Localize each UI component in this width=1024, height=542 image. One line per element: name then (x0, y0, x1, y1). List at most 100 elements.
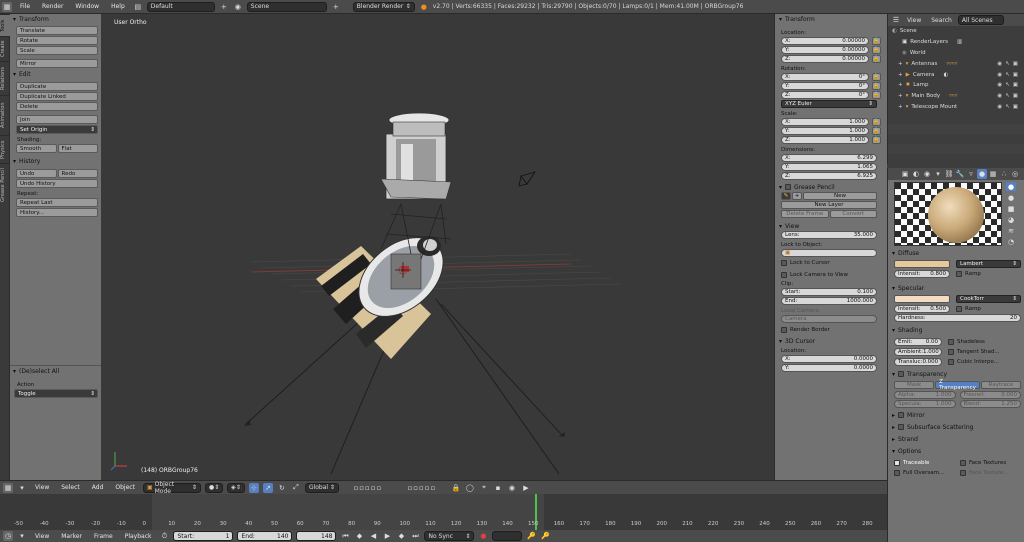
scene-context-icon[interactable]: ◐ (911, 169, 921, 179)
lock-icon[interactable]: 🔓 (872, 136, 881, 144)
traceable-row[interactable]: ✓ Traceable (894, 458, 950, 467)
tangent-shading-row[interactable]: Tangent Shad... (948, 347, 1000, 356)
menu-file[interactable]: File (16, 3, 34, 10)
preview-cube-icon[interactable]: ■ (1006, 204, 1016, 213)
lens-field[interactable]: Lens: 35.000 (781, 231, 877, 239)
jump-start-icon[interactable]: ⏮ (340, 531, 350, 541)
transparency-ztransp-tab[interactable]: Z Transparency (935, 379, 980, 391)
operator-panel-header[interactable]: ▾ (De)select All (10, 366, 101, 376)
add-scene-icon[interactable]: + (331, 2, 341, 12)
prev-keyframe-icon[interactable]: ◆ (354, 531, 364, 541)
transform-panel-header[interactable]: ▾ Transform (10, 14, 101, 24)
object-context-icon[interactable]: ▾ (933, 169, 943, 179)
translucency-field[interactable]: Transluc: 0.000 (894, 357, 942, 366)
lock-cursor-checkbox[interactable] (781, 259, 787, 266)
face-textures-alpha-row[interactable]: Face Texture... (960, 468, 1009, 477)
render-engine-selector[interactable]: Blender Render ⇕ (352, 1, 415, 12)
outliner-view-menu[interactable]: View (903, 15, 925, 25)
menu-view[interactable]: View (31, 533, 53, 540)
outliner-item-camera[interactable]: + ▶ Camera ◐ ◉ ↖ ▣ (888, 69, 1024, 80)
layers-grid-icon[interactable]: ▫▫▫▫▫ (343, 483, 393, 493)
menu-render[interactable]: Render (38, 3, 67, 10)
next-keyframe-icon[interactable]: ◆ (396, 531, 406, 541)
lock-to-cursor-row[interactable]: Lock to Cursor (775, 258, 887, 267)
pivot-selector[interactable]: ◈ ⇕ (226, 482, 245, 493)
face-textures-alpha-checkbox[interactable] (960, 469, 966, 476)
scene-icon[interactable]: ◉ (233, 2, 243, 12)
diffuse-color-swatch[interactable] (894, 260, 950, 268)
menu-help[interactable]: Help (107, 3, 129, 10)
mode-selector[interactable]: ▣ Object Mode ⇕ (142, 481, 201, 495)
specular-ramp-row[interactable]: Ramp (956, 304, 981, 313)
render-border-row[interactable]: Render Border (775, 325, 887, 334)
rotation-z-field[interactable]: Z: 0° 🔓 (781, 91, 881, 99)
lock-icon[interactable]: 🔓 (872, 91, 881, 99)
editor-type-icon[interactable]: ▦ (3, 482, 13, 493)
lock-icon[interactable]: 🔓 (872, 127, 881, 135)
diffuse-ramp-checkbox[interactable] (956, 270, 962, 277)
scale-manipulator-icon[interactable]: ⤢ (291, 483, 301, 493)
fresnel-field[interactable]: Fresnel: 0.000 (959, 391, 1021, 399)
undo-button[interactable]: Undo (16, 169, 57, 178)
outliner-display-mode[interactable]: All Scenes (957, 15, 1004, 25)
clip-start-field[interactable]: Start: 0.100 (781, 288, 877, 296)
face-textures-row[interactable]: Face Textures (960, 458, 1006, 467)
undo-history-button[interactable]: Undo History (16, 179, 98, 188)
outliner-item-world[interactable]: ◉ World (888, 48, 1024, 59)
specular-header[interactable]: ▾ Specular (888, 283, 1024, 293)
start-frame-field[interactable]: Start: 1 (173, 531, 234, 541)
outliner-item-scene[interactable]: ◐ Scene (888, 26, 1024, 37)
play-icon[interactable]: ▶ (382, 531, 392, 541)
delete-frame-button[interactable]: Delete Frame (781, 210, 829, 218)
new-grease-pencil-button[interactable]: New (803, 192, 877, 200)
specular-alpha-field[interactable]: Specula: 1.000 (894, 400, 956, 408)
modifiers-context-icon[interactable]: 🔧 (955, 169, 965, 179)
outliner-item-renderlayers[interactable]: ▣ RenderLayers ▥ (888, 37, 1024, 48)
location-x-field[interactable]: X: 0.00000 🔓 (781, 37, 881, 45)
lock-icon[interactable]: 🔓 (872, 37, 881, 45)
lock-icon[interactable]: 🔓 (872, 55, 881, 63)
world-context-icon[interactable]: ◉ (922, 169, 932, 179)
outliner-item-antennas[interactable]: + ▾ Antennas ▿▿▿▿ ◉ ↖ ▣ (888, 58, 1024, 69)
duplicate-linked-button[interactable]: Duplicate Linked (16, 92, 98, 101)
join-button[interactable]: Join (16, 115, 98, 124)
history-panel-header[interactable]: ▾ History (10, 156, 101, 166)
ambient-field[interactable]: Ambient: 1.000 (894, 347, 942, 356)
render-camera-icon[interactable]: ▣ (1013, 82, 1018, 88)
menu-window[interactable]: Window (71, 3, 103, 10)
outliner-search-menu[interactable]: Search (927, 15, 956, 25)
transparency-header[interactable]: ▾ Transparency (888, 369, 1024, 379)
snap-icon[interactable]: ⌖ (479, 483, 489, 493)
rotation-x-field[interactable]: X: 0° 🔓 (781, 73, 881, 81)
sss-checkbox[interactable] (898, 424, 905, 430)
lock-camera-row[interactable]: Lock Camera to View (775, 270, 887, 279)
dimensions-y-field[interactable]: Y: 1.065 (781, 163, 877, 171)
menu-add[interactable]: Add (88, 484, 108, 491)
lock-layers-icon[interactable]: 🔒 (451, 483, 461, 493)
rotation-y-field[interactable]: Y: 0° 🔓 (781, 82, 881, 90)
render-camera-icon[interactable]: ▣ (1013, 72, 1018, 78)
preview-range-icon[interactable]: ⏱ (159, 531, 169, 541)
location-y-field[interactable]: Y: 0.00000 🔓 (781, 46, 881, 54)
insert-keyframe-icon[interactable]: 🔑 (526, 531, 536, 541)
redo-button[interactable]: Redo (57, 169, 98, 178)
outliner-item-main-body[interactable]: + ▾ Main Body ▿▿▿ ◉ ↖ ▣ (888, 91, 1024, 102)
shadeless-row[interactable]: Shadeless (948, 337, 985, 346)
timeline[interactable]: -50 -40 -30 -20 -10 0 10 20 30 40 50 60 70 80 90 100 110… (0, 494, 887, 530)
new-layer-button[interactable]: New Layer (781, 201, 877, 209)
sss-header[interactable]: ▸ Subsurface Scattering (888, 422, 1024, 432)
grease-pencil-header[interactable]: ▾ Grease Pencil (775, 182, 887, 192)
sync-mode-selector[interactable]: No Sync ⇕ (424, 531, 475, 541)
tab-tools[interactable]: Tools (0, 14, 10, 36)
traceable-checkbox[interactable]: ✓ (894, 459, 900, 467)
dimensions-z-field[interactable]: Z: 6.925 (781, 172, 877, 180)
face-textures-checkbox[interactable] (960, 459, 966, 466)
cubic-interpolation-row[interactable]: Cubic Interpo... (948, 357, 999, 366)
texture-context-icon[interactable]: ▦ (988, 169, 998, 179)
specular-shader-dropdown[interactable]: CookTorr ⇕ (956, 295, 1021, 303)
select-arrow-icon[interactable]: ↖ (1005, 93, 1010, 99)
full-oversampling-row[interactable]: Full Oversam... (894, 468, 950, 477)
lock-icon[interactable]: 🔓 (872, 82, 881, 90)
visibility-eye-icon[interactable]: ◉ (997, 93, 1002, 99)
diffuse-header[interactable]: ▾ Diffuse (888, 248, 1024, 258)
